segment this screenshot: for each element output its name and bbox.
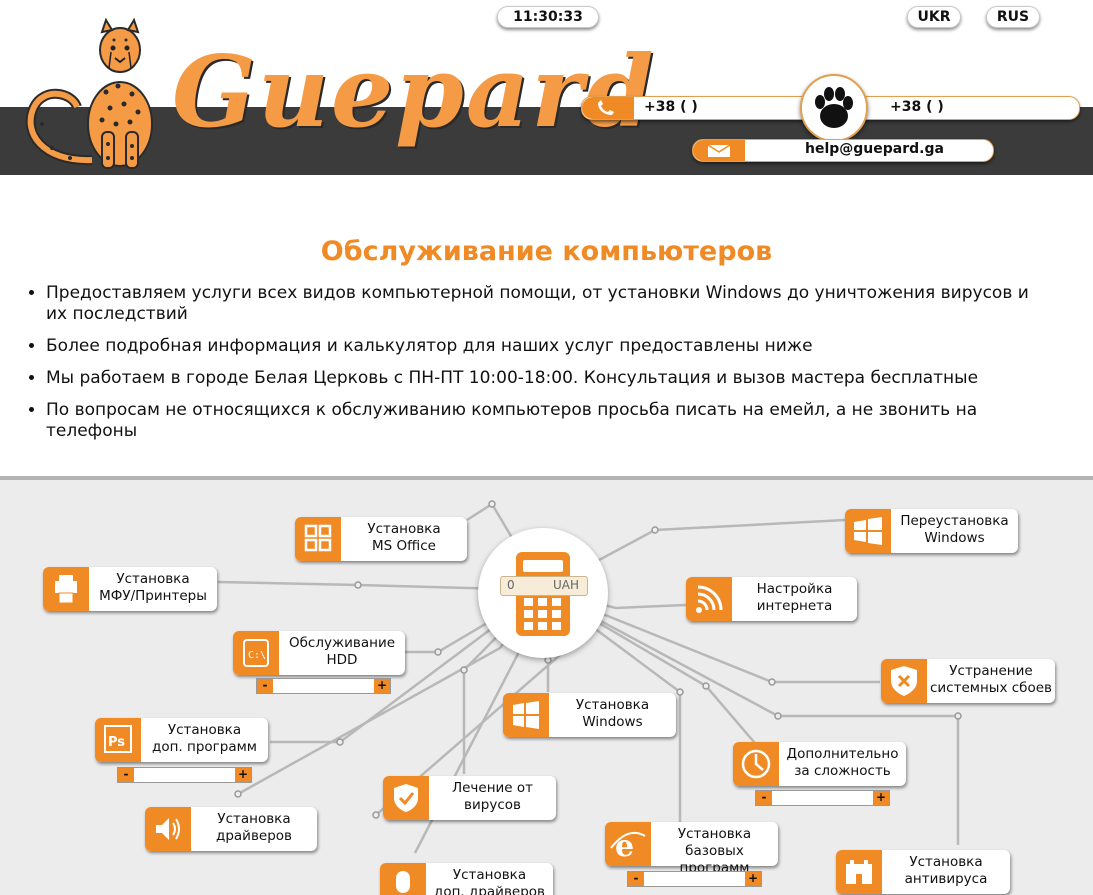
castle-icon — [836, 850, 882, 894]
complexity-quantity-stepper: - + — [755, 790, 890, 806]
bullet-item: По вопросам не относящихся к обслуживани… — [46, 400, 1046, 442]
svg-text:C:\: C:\ — [248, 650, 266, 661]
phone-number-1[interactable]: +38 ( ) — [644, 99, 698, 115]
email-bar: help@guepard.ga — [692, 139, 994, 162]
service-additional-drivers[interactable]: Установка доп. драйверов — [380, 863, 553, 895]
svg-text:Ps: Ps — [108, 735, 125, 750]
mail-icon — [693, 140, 745, 161]
email-link[interactable]: help@guepard.ga — [805, 141, 944, 157]
hdd-minus-button[interactable]: - — [257, 679, 273, 693]
bullet-item: Мы работаем в городе Белая Церковь с ПН-… — [46, 368, 1046, 389]
service-label: Установка драйверов — [216, 811, 292, 844]
baseprog-minus-button[interactable]: - — [628, 872, 644, 886]
total-price-field: 0 UAH — [500, 576, 588, 596]
service-label: Установка MS Office — [367, 521, 441, 554]
service-system-fix[interactable]: Устранение системных сбоев — [881, 659, 1055, 703]
service-label: Установка Windows — [575, 697, 650, 730]
site-header: 11:30:33 UKR RUS Guepard +38 ( ) +38 ( ) — [0, 0, 1093, 200]
service-printers[interactable]: Установка МФУ/Принтеры — [43, 567, 217, 611]
windows8-icon — [845, 509, 891, 553]
addprog-plus-button[interactable]: + — [235, 768, 251, 782]
printer-icon — [43, 567, 89, 611]
svg-text:e: e — [615, 829, 634, 864]
total-price-currency: UAH — [552, 578, 579, 592]
lang-ukr-button[interactable]: UKR — [907, 6, 961, 28]
service-windows-reinstall[interactable]: Переустановка Windows — [845, 509, 1018, 553]
service-label: Переустановка Windows — [900, 513, 1009, 546]
service-ms-office[interactable]: Установка MS Office — [295, 517, 467, 561]
service-additional-programs[interactable]: Ps Установка доп. программ — [95, 718, 268, 762]
service-label: Лечение от вирусов — [451, 780, 534, 813]
service-label: Обслуживание HDD — [288, 635, 396, 668]
service-label: Дополнительно за сложность — [786, 746, 899, 779]
baseprog-quantity-stepper: - + — [627, 871, 762, 887]
intro-bullets: Предоставляем услуги всех видов компьюте… — [18, 283, 1046, 453]
shield-x-icon — [881, 659, 927, 703]
clock: 11:30:33 — [497, 6, 599, 28]
service-label: Устранение системных сбоев — [929, 663, 1052, 696]
page-title: Обслуживание компьютеров — [320, 236, 773, 267]
speaker-icon — [145, 807, 191, 851]
service-antivirus[interactable]: Установка антивируса — [836, 850, 1010, 894]
service-label: Установка доп. программ — [152, 722, 257, 755]
shield-check-icon — [383, 776, 429, 820]
calculator-hub: 0 UAH — [478, 528, 608, 658]
clock-icon — [733, 742, 779, 786]
service-label: Установка базовых программ — [677, 826, 752, 876]
phone-icon — [582, 97, 634, 119]
hdd-plus-button[interactable]: + — [374, 679, 390, 693]
hdd-quantity-stepper: - + — [256, 678, 391, 694]
service-virus-removal[interactable]: Лечение от вирусов — [383, 776, 556, 820]
baseprog-plus-button[interactable]: + — [745, 872, 761, 886]
logo-wordmark[interactable]: Guepard — [172, 44, 655, 142]
complexity-plus-button[interactable]: + — [873, 791, 889, 805]
service-label: Установка МФУ/Принтеры — [99, 571, 207, 604]
bullet-item: Более подробная информация и калькулятор… — [46, 336, 1046, 357]
complexity-minus-button[interactable]: - — [756, 791, 772, 805]
paw-icon — [800, 74, 868, 142]
wifi-icon — [686, 577, 732, 621]
total-price-value: 0 — [507, 578, 515, 592]
windows-icon — [503, 693, 549, 737]
addprog-quantity-stepper: - + — [117, 767, 252, 783]
service-internet-setup[interactable]: Настройка интернета — [686, 577, 857, 621]
service-extra-complexity[interactable]: Дополнительно за сложность — [733, 742, 906, 786]
service-drivers[interactable]: Установка драйверов — [145, 807, 317, 851]
photoshop-icon: Ps — [95, 718, 141, 762]
cheetah-logo-icon — [25, 17, 153, 169]
service-base-programs[interactable]: e Установка базовых программ — [605, 822, 778, 876]
service-hdd[interactable]: C:\ Обслуживание HDD — [233, 631, 405, 675]
bullet-item: Предоставляем услуги всех видов компьюте… — [46, 283, 1046, 325]
service-label: Установка антивируса — [904, 854, 988, 887]
mouse-icon — [380, 863, 426, 895]
lang-rus-button[interactable]: RUS — [986, 6, 1040, 28]
ie-icon: e — [605, 822, 651, 866]
service-calculator: 0 UAH Установка MS Office Установка МФУ/Пр… — [0, 476, 1093, 895]
service-label: Настройка интернета — [756, 581, 833, 614]
addprog-minus-button[interactable]: - — [118, 768, 134, 782]
service-windows-install[interactable]: Установка Windows — [503, 693, 676, 737]
hdd-icon: C:\ — [233, 631, 279, 675]
office-icon — [295, 517, 341, 561]
phone-number-2[interactable]: +38 ( ) — [890, 99, 944, 115]
